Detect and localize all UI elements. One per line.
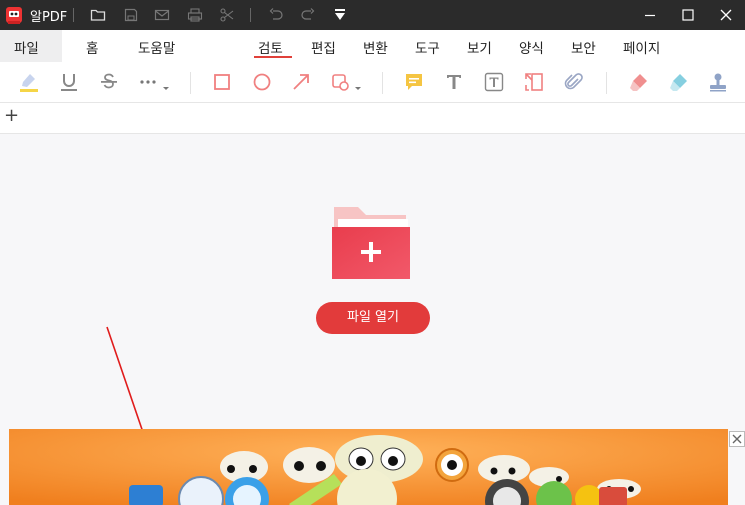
document-tab-strip: + (0, 103, 745, 134)
redo-icon[interactable] (300, 7, 316, 23)
active-tab-indicator (254, 56, 292, 58)
eraser-icon[interactable] (628, 71, 650, 93)
strikethrough-icon[interactable] (98, 71, 120, 93)
menu-form[interactable]: 양식 (519, 37, 544, 57)
menu-view[interactable]: 보기 (467, 37, 492, 57)
more-icon[interactable] (138, 71, 172, 93)
dropdown-icon[interactable] (332, 7, 348, 23)
menu-convert[interactable]: 변환 (363, 37, 388, 57)
shape-icon[interactable] (330, 71, 364, 93)
rectangle-icon[interactable] (211, 71, 233, 93)
arrow-icon[interactable] (290, 71, 312, 93)
title-separator (250, 8, 251, 22)
textbox-icon[interactable] (483, 71, 505, 93)
clear-icon[interactable] (668, 71, 690, 93)
menu-help[interactable]: 도움말 (138, 37, 175, 57)
menu-tools[interactable]: 도구 (415, 37, 440, 57)
toolbar-separator (606, 72, 607, 94)
review-toolbar (0, 62, 745, 103)
note-icon[interactable] (403, 71, 425, 93)
menu-bar: 파일 홈 도움말 검토 편집 변환 도구 보기 양식 보안 페이지 (0, 30, 745, 62)
circle-icon[interactable] (251, 71, 273, 93)
minimize-icon[interactable] (642, 7, 658, 23)
print-icon[interactable] (187, 7, 203, 23)
open-file-button[interactable]: 파일 열기 (316, 302, 430, 334)
menu-page[interactable]: 페이지 (623, 37, 660, 57)
toolbar-separator (382, 72, 383, 94)
text-icon[interactable] (443, 71, 465, 93)
maximize-icon[interactable] (680, 7, 696, 23)
ad-characters-image (9, 429, 728, 505)
attachment-icon[interactable] (563, 71, 585, 93)
app-logo-icon (6, 7, 22, 24)
open-folder-icon[interactable] (330, 205, 412, 281)
save-icon[interactable] (123, 7, 139, 23)
underline-icon[interactable] (58, 71, 80, 93)
add-tab-button[interactable]: + (4, 106, 19, 126)
title-bar: 알PDF (0, 0, 745, 30)
mail-icon[interactable] (154, 7, 170, 23)
menu-security[interactable]: 보안 (571, 37, 596, 57)
scissors-icon[interactable] (219, 7, 235, 23)
ad-close-icon[interactable] (729, 431, 745, 447)
folder-icon[interactable] (90, 7, 106, 23)
menu-edit[interactable]: 편집 (311, 37, 336, 57)
app-title: 알PDF (30, 10, 68, 25)
undo-icon[interactable] (268, 7, 284, 23)
close-icon[interactable] (718, 7, 734, 23)
ad-banner[interactable] (9, 429, 728, 505)
stamp-icon[interactable] (707, 71, 729, 93)
highlighter-icon[interactable] (18, 71, 40, 93)
menu-review[interactable]: 검토 (258, 37, 283, 57)
menu-file[interactable]: 파일 (14, 37, 39, 57)
callout-icon[interactable] (523, 71, 545, 93)
toolbar-separator (190, 72, 191, 94)
title-separator (73, 8, 74, 22)
menu-home[interactable]: 홈 (86, 37, 98, 57)
